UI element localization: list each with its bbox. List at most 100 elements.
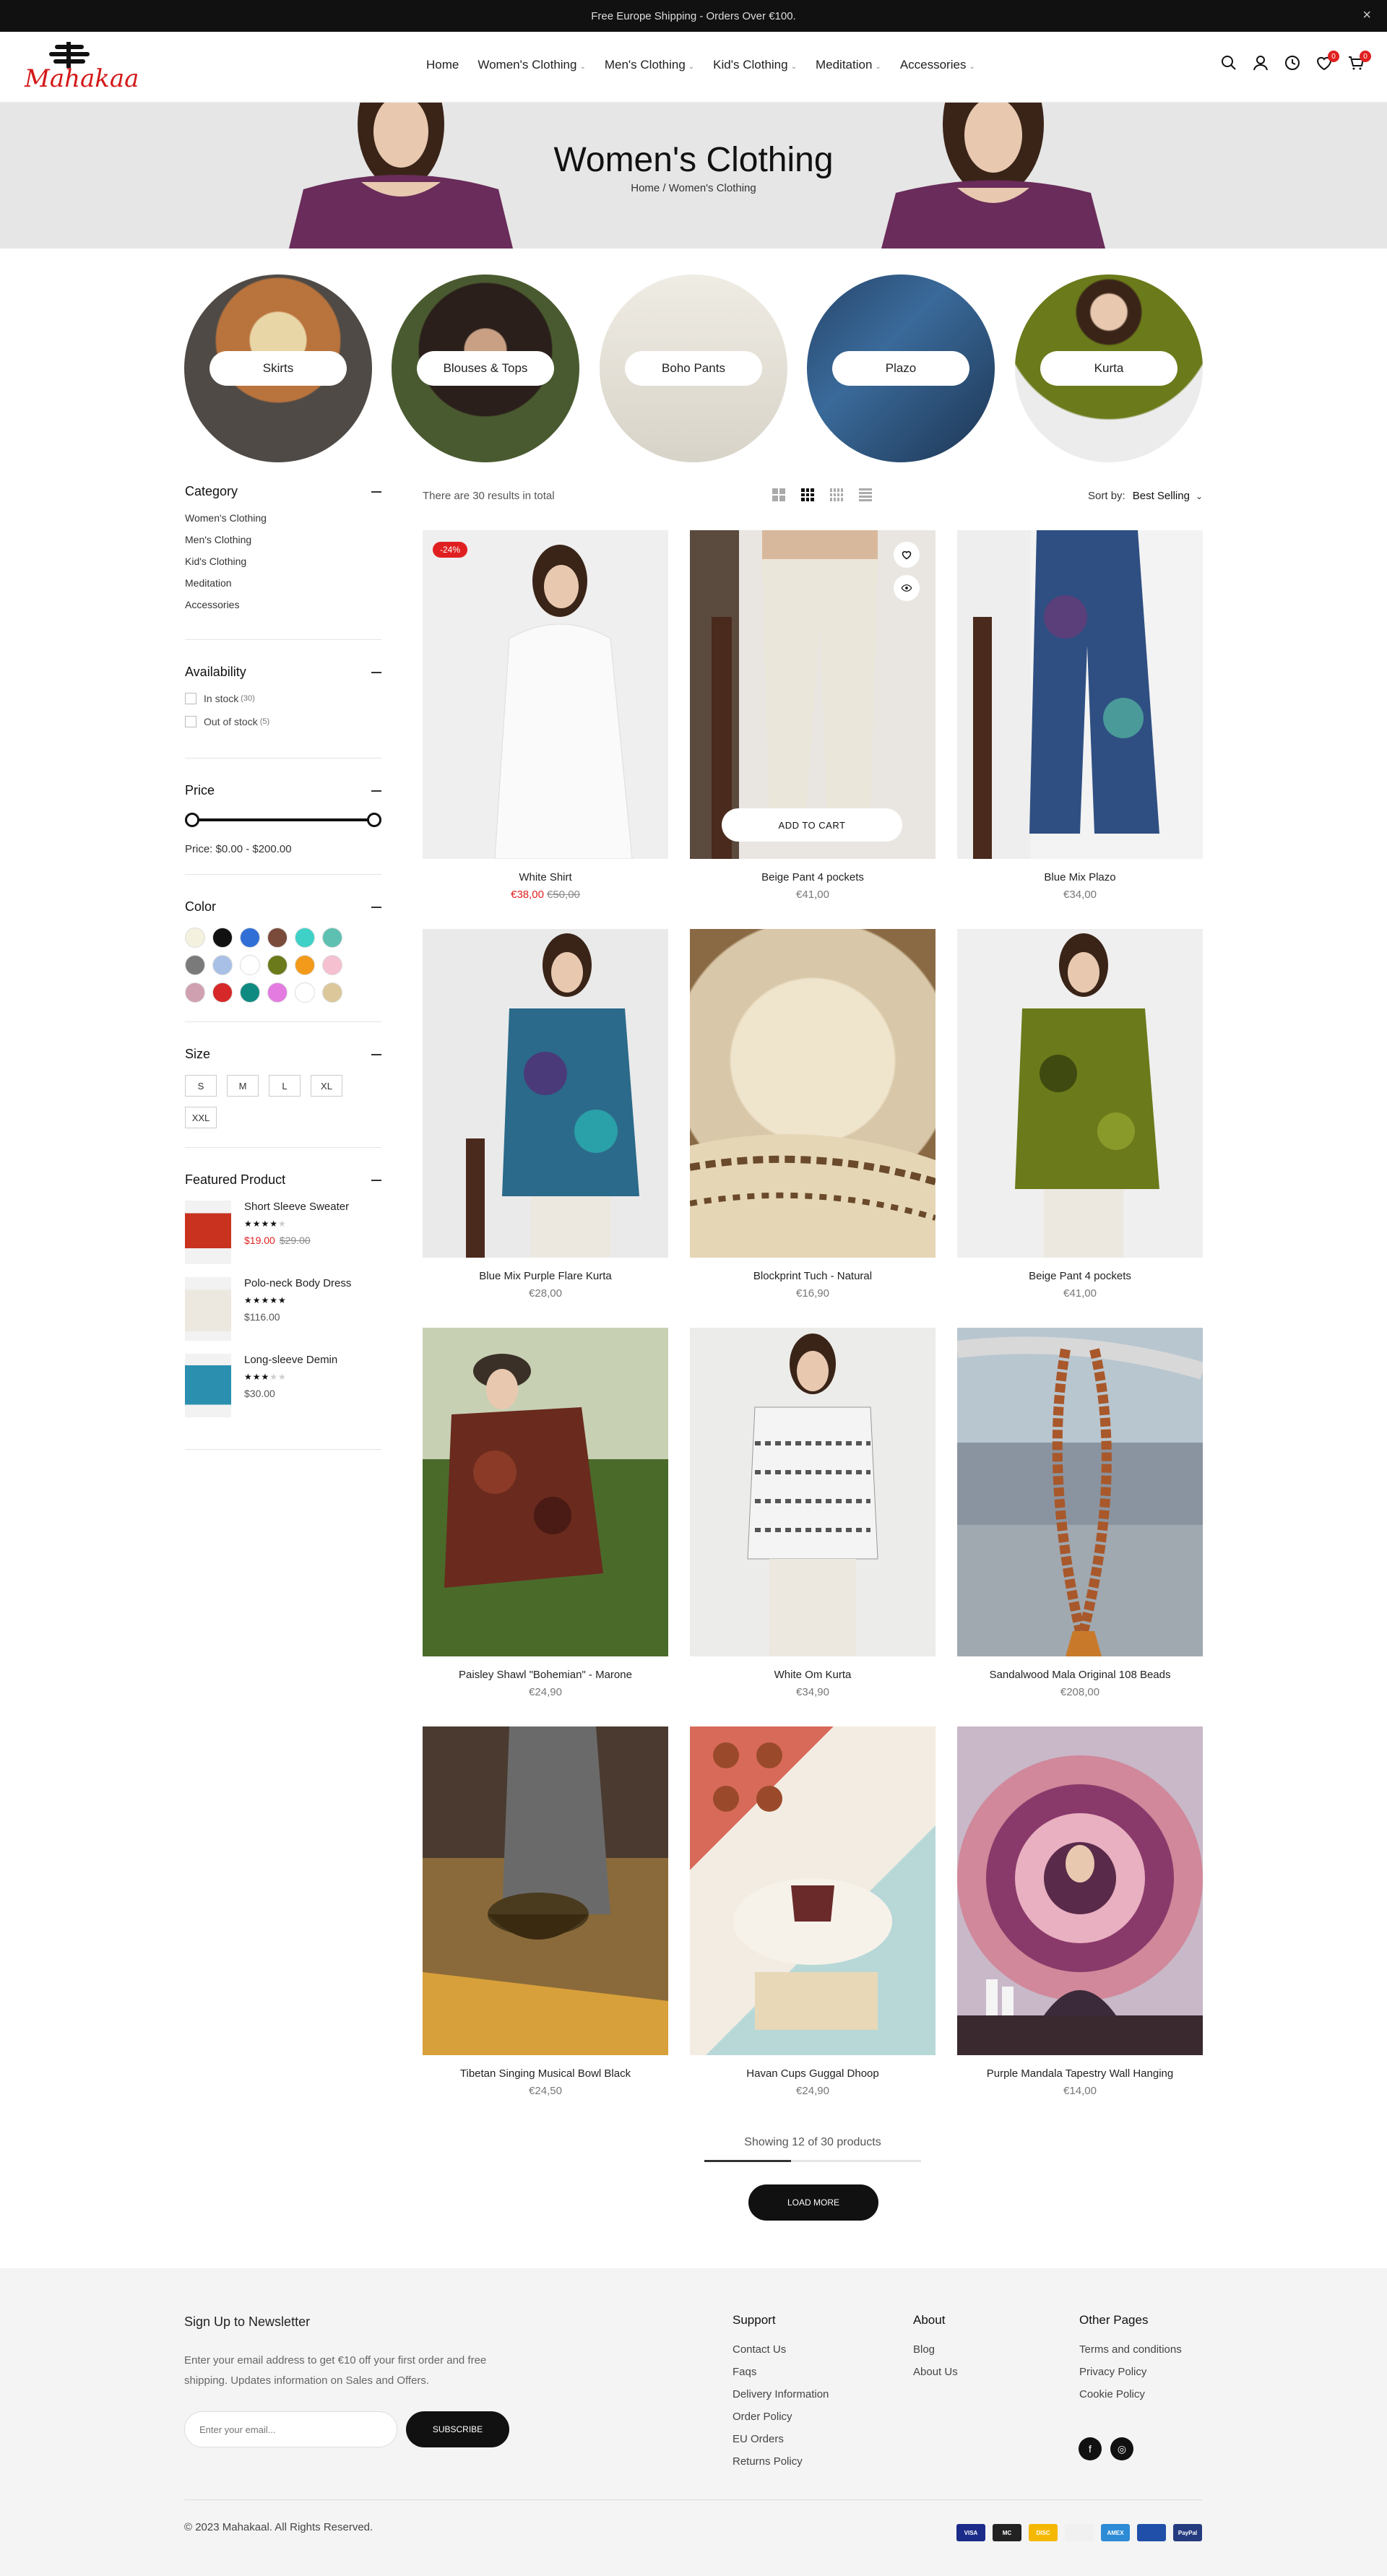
view-4-columns-icon[interactable] <box>830 488 843 501</box>
footer-link-about-us[interactable]: About Us <box>913 2366 958 2378</box>
size-option-xl[interactable]: XL <box>311 1075 342 1097</box>
email-input[interactable] <box>184 2411 397 2447</box>
nav-accessories[interactable]: Accessories ⌄ <box>900 58 975 72</box>
product-card[interactable]: Havan Cups Guggal Dhoop €24,90 <box>690 1726 936 2102</box>
color-swatch[interactable] <box>267 982 288 1003</box>
logo[interactable]: Mahakaal <box>22 39 147 97</box>
product-image[interactable] <box>690 929 936 1258</box>
color-swatch[interactable] <box>267 955 288 975</box>
collapse-icon[interactable] <box>371 672 381 673</box>
instagram-icon[interactable]: ◎ <box>1110 2437 1133 2460</box>
collapse-icon[interactable] <box>371 907 381 908</box>
footer-link-returns-policy[interactable]: Returns Policy <box>733 2455 829 2468</box>
filter-category-kids[interactable]: Kid's Clothing <box>185 556 381 567</box>
footer-link-eu-orders[interactable]: EU Orders <box>733 2433 829 2445</box>
product-thumbnail[interactable] <box>185 1201 231 1264</box>
footer-link-cookie-policy[interactable]: Cookie Policy <box>1079 2388 1182 2400</box>
product-card[interactable]: Beige Pant 4 pockets €41,00 <box>957 929 1203 1305</box>
color-swatch[interactable] <box>322 955 342 975</box>
product-name[interactable]: Polo-neck Body Dress <box>244 1277 351 1289</box>
facebook-icon[interactable]: f <box>1079 2437 1102 2460</box>
view-3-columns-icon[interactable] <box>801 488 814 501</box>
featured-product[interactable]: Short Sleeve Sweater ★★★★★ $19.00 $29.00 <box>185 1201 381 1264</box>
product-card[interactable]: -24% White Shirt €38,00 €50,00 <box>423 530 668 906</box>
product-name[interactable]: Purple Mandala Tapestry Wall Hanging <box>957 2067 1203 2080</box>
product-name[interactable]: Beige Pant 4 pockets <box>690 871 936 883</box>
breadcrumb[interactable]: Home / Women's Clothing <box>0 182 1387 194</box>
product-name[interactable]: Short Sleeve Sweater <box>244 1201 349 1213</box>
product-name[interactable]: Sandalwood Mala Original 108 Beads <box>957 1669 1203 1681</box>
recently-viewed-icon[interactable] <box>1283 53 1302 72</box>
search-icon[interactable] <box>1219 53 1238 72</box>
product-card[interactable]: Blue Mix Purple Flare Kurta €28,00 <box>423 929 668 1305</box>
product-card[interactable]: Purple Mandala Tapestry Wall Hanging €14… <box>957 1726 1203 2102</box>
subscribe-button[interactable]: SUBSCRIBE <box>406 2411 509 2447</box>
checkbox[interactable] <box>185 716 196 727</box>
filter-category-mens[interactable]: Men's Clothing <box>185 534 381 545</box>
color-swatch[interactable] <box>212 955 233 975</box>
color-swatch[interactable] <box>267 928 288 948</box>
color-swatch[interactable] <box>295 928 315 948</box>
product-name[interactable]: Blue Mix Plazo <box>957 871 1203 883</box>
product-card[interactable]: Sandalwood Mala Original 108 Beads €208,… <box>957 1328 1203 1703</box>
footer-link-order-policy[interactable]: Order Policy <box>733 2411 829 2423</box>
product-image[interactable] <box>957 530 1203 859</box>
product-name[interactable]: Long-sleeve Demin <box>244 1354 337 1366</box>
price-range-slider[interactable] <box>185 811 381 829</box>
product-card[interactable]: Blue Mix Plazo €34,00 <box>957 530 1203 906</box>
add-to-cart-button[interactable]: ADD TO CART <box>722 808 902 842</box>
color-swatch[interactable] <box>295 982 315 1003</box>
color-swatch[interactable] <box>185 928 205 948</box>
category-plazo[interactable]: Plazo <box>807 275 995 462</box>
product-card[interactable]: Paisley Shawl "Bohemian" - Marone €24,90 <box>423 1328 668 1703</box>
color-swatch[interactable] <box>212 982 233 1003</box>
product-name[interactable]: Beige Pant 4 pockets <box>957 1270 1203 1282</box>
quick-view-eye-icon[interactable] <box>894 575 920 601</box>
color-swatch[interactable] <box>185 955 205 975</box>
cart-icon[interactable]: 0 <box>1347 51 1371 72</box>
nav-womens-clothing[interactable]: Women's Clothing ⌄ <box>478 58 586 72</box>
nav-mens-clothing[interactable]: Men's Clothing ⌄ <box>605 58 694 72</box>
slider-min-handle[interactable] <box>185 813 199 827</box>
product-image[interactable] <box>957 1726 1203 2055</box>
color-swatch[interactable] <box>240 982 260 1003</box>
product-image[interactable] <box>423 1726 668 2055</box>
nav-meditation[interactable]: Meditation ⌄ <box>816 58 881 72</box>
product-image[interactable] <box>423 1328 668 1656</box>
product-name[interactable]: White Om Kurta <box>690 1669 936 1681</box>
color-swatch[interactable] <box>295 955 315 975</box>
product-image[interactable] <box>423 929 668 1258</box>
product-name[interactable]: Blockprint Tuch - Natural <box>690 1270 936 1282</box>
color-swatch[interactable] <box>322 982 342 1003</box>
filter-category-accessories[interactable]: Accessories <box>185 599 381 610</box>
product-card[interactable]: Tibetan Singing Musical Bowl Black €24,5… <box>423 1726 668 2102</box>
checkbox[interactable] <box>185 693 196 704</box>
collapse-icon[interactable] <box>371 790 381 792</box>
load-more-button[interactable]: LOAD MORE <box>748 2184 878 2221</box>
product-name[interactable]: Blue Mix Purple Flare Kurta <box>423 1270 668 1282</box>
close-icon[interactable]: × <box>1362 7 1371 24</box>
category-boho-pants[interactable]: Boho Pants <box>600 275 787 462</box>
footer-link-terms[interactable]: Terms and conditions <box>1079 2343 1182 2356</box>
color-swatch[interactable] <box>240 955 260 975</box>
nav-home[interactable]: Home <box>426 58 459 72</box>
product-image[interactable] <box>957 1328 1203 1656</box>
account-icon[interactable] <box>1251 53 1270 72</box>
footer-link-blog[interactable]: Blog <box>913 2343 958 2356</box>
size-option-s[interactable]: S <box>185 1075 217 1097</box>
footer-link-delivery-information[interactable]: Delivery Information <box>733 2388 829 2400</box>
product-name[interactable]: White Shirt <box>423 871 668 883</box>
wishlist-heart-icon[interactable] <box>894 542 920 568</box>
collapse-icon[interactable] <box>371 491 381 493</box>
product-card[interactable]: ADD TO CART Beige Pant 4 pockets €41,00 <box>690 530 936 906</box>
collapse-icon[interactable] <box>371 1180 381 1181</box>
product-name[interactable]: Havan Cups Guggal Dhoop <box>690 2067 936 2080</box>
filter-category-womens[interactable]: Women's Clothing <box>185 512 381 524</box>
color-swatch[interactable] <box>185 982 205 1003</box>
product-card[interactable]: White Om Kurta €34,90 <box>690 1328 936 1703</box>
footer-link-privacy-policy[interactable]: Privacy Policy <box>1079 2366 1182 2378</box>
view-list-icon[interactable] <box>859 488 872 501</box>
product-image[interactable]: -24% <box>423 530 668 859</box>
product-image[interactable] <box>690 1328 936 1656</box>
featured-product[interactable]: Long-sleeve Demin ★★★★★ $30.00 <box>185 1354 381 1417</box>
